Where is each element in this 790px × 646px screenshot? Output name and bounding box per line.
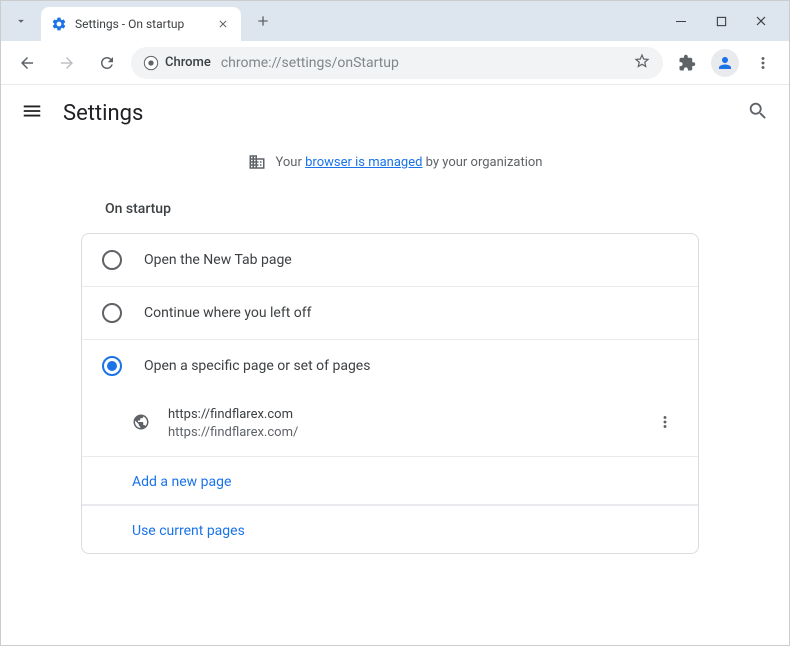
chevron-down-icon [14, 14, 28, 28]
settings-search-button[interactable] [747, 100, 769, 126]
building-icon [248, 153, 266, 171]
chrome-logo-icon [143, 55, 159, 71]
add-page-link[interactable]: Add a new page [132, 474, 231, 490]
reload-icon [98, 54, 116, 72]
tab-search-dropdown[interactable] [9, 9, 33, 33]
tab-close-button[interactable] [215, 16, 231, 32]
reload-button[interactable] [91, 47, 123, 79]
managed-banner: Your browser is managed by your organiza… [1, 141, 789, 183]
maximize-button[interactable] [709, 9, 733, 33]
star-icon [633, 52, 651, 70]
site-info-button[interactable]: Chrome [143, 55, 211, 71]
startup-card: Open the New Tab page Continue where you… [81, 233, 699, 554]
radio-icon [102, 356, 122, 376]
page-info: https://findflarex.com https://findflare… [168, 406, 634, 442]
puzzle-icon [678, 54, 696, 72]
radio-new-tab[interactable]: Open the New Tab page [82, 234, 698, 287]
gear-icon [51, 16, 67, 32]
use-current-row: Use current pages [82, 505, 698, 553]
startup-page-url: https://findflarex.com/ [168, 424, 634, 442]
maximize-icon [716, 16, 727, 27]
page-title: Settings [63, 101, 727, 126]
settings-content: On startup Open the New Tab page Continu… [1, 183, 789, 554]
dots-vertical-icon [656, 413, 674, 431]
startup-page-title: https://findflarex.com [168, 406, 634, 424]
menu-button[interactable] [747, 47, 779, 79]
search-icon [747, 100, 769, 122]
browser-toolbar: Chrome chrome://settings/onStartup [1, 41, 789, 85]
radio-icon [102, 250, 122, 270]
radio-label: Open the New Tab page [144, 252, 292, 268]
browser-tab[interactable]: Settings - On startup [41, 7, 241, 41]
radio-specific-pages[interactable]: Open a specific page or set of pages [82, 340, 698, 392]
window-controls [669, 9, 773, 33]
minimize-button[interactable] [669, 9, 693, 33]
globe-icon [132, 413, 150, 435]
omnibox-url: chrome://settings/onStartup [221, 55, 623, 71]
close-icon [755, 15, 767, 27]
radio-continue[interactable]: Continue where you left off [82, 287, 698, 340]
new-tab-button[interactable] [249, 7, 277, 35]
arrow-right-icon [58, 54, 76, 72]
hamburger-icon [21, 100, 43, 122]
close-window-button[interactable] [749, 9, 773, 33]
add-page-row: Add a new page [82, 456, 698, 505]
window-titlebar: Settings - On startup [1, 1, 789, 41]
startup-pages-list: https://findflarex.com https://findflare… [82, 392, 698, 456]
dots-vertical-icon [754, 54, 772, 72]
plus-icon [255, 13, 271, 29]
address-bar[interactable]: Chrome chrome://settings/onStartup [131, 47, 663, 79]
page-actions-button[interactable] [652, 409, 678, 439]
minimize-icon [675, 15, 687, 27]
person-icon [716, 54, 734, 72]
tab-title: Settings - On startup [75, 17, 207, 31]
radio-label: Continue where you left off [144, 305, 312, 321]
bookmark-button[interactable] [633, 52, 651, 74]
use-current-pages-link[interactable]: Use current pages [132, 523, 245, 539]
profile-button[interactable] [711, 49, 739, 77]
managed-text: Your browser is managed by your organiza… [276, 155, 543, 170]
startup-page-row: https://findflarex.com https://findflare… [102, 392, 678, 456]
radio-label: Open a specific page or set of pages [144, 358, 370, 374]
omnibox-label: Chrome [165, 55, 211, 70]
settings-header: Settings [1, 85, 789, 141]
extensions-button[interactable] [671, 47, 703, 79]
close-icon [217, 18, 229, 30]
back-button[interactable] [11, 47, 43, 79]
managed-link[interactable]: browser is managed [305, 155, 422, 170]
arrow-left-icon [18, 54, 36, 72]
section-title: On startup [81, 183, 699, 233]
radio-icon [102, 303, 122, 323]
forward-button[interactable] [51, 47, 83, 79]
settings-menu-button[interactable] [21, 100, 43, 126]
